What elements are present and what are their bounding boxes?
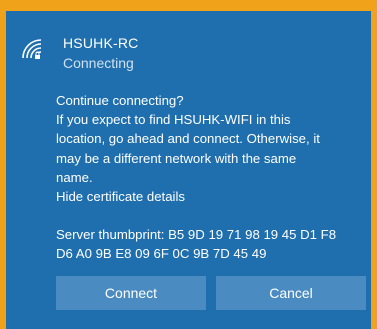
thumbprint-line: D6 A0 9B E8 09 6F 0C 9B 7D 45 49 <box>56 246 267 262</box>
message-line: If you expect to find HSUHK-WIFI in this <box>56 112 291 128</box>
highlight-frame: HSUHK-RC Connecting Continue connecting?… <box>0 0 377 329</box>
connection-message: Continue connecting? If you expect to fi… <box>56 91 366 264</box>
message-line: may be a different network with the same <box>56 150 297 166</box>
connect-button[interactable]: Connect <box>56 276 206 310</box>
cancel-button[interactable]: Cancel <box>216 276 366 310</box>
hide-certificate-details-link[interactable]: Hide certificate details <box>56 187 366 206</box>
thumbprint-line: Server thumbprint: B5 9D 19 71 98 19 45 … <box>56 227 337 243</box>
message-line: name. <box>56 169 93 185</box>
message-line: Continue connecting? <box>56 93 184 108</box>
network-status: Connecting <box>63 55 134 71</box>
wifi-network-panel: HSUHK-RC Connecting Continue connecting?… <box>6 11 371 329</box>
button-row: Connect Cancel <box>56 276 367 310</box>
message-line: location, go ahead and connect. Otherwis… <box>56 131 320 147</box>
wifi-secured-icon <box>22 39 42 59</box>
network-name: HSUHK-RC <box>63 35 139 51</box>
